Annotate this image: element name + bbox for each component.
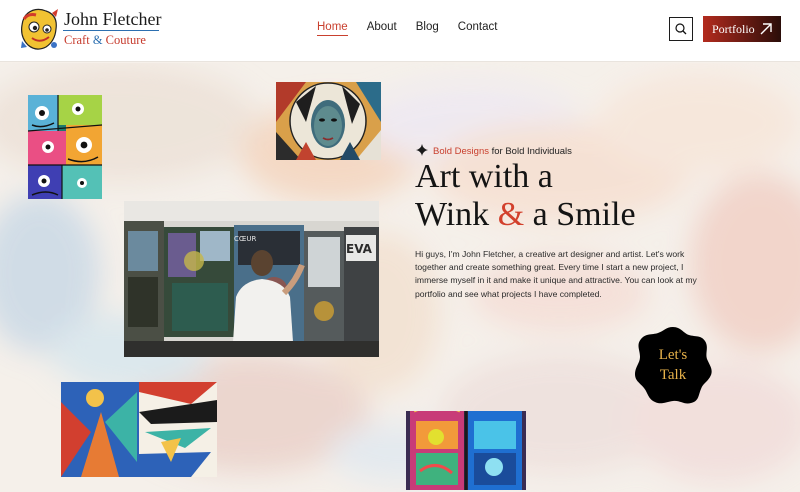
search-icon	[675, 23, 687, 35]
brand-name[interactable]: John Fletcher	[64, 9, 161, 30]
nav-about[interactable]: About	[367, 21, 397, 33]
site-header: John Fletcher Craft & Couture Home About…	[0, 0, 800, 62]
artwork-graffiti-doors[interactable]	[406, 411, 526, 490]
headline-word: Wink	[415, 196, 490, 233]
artwork-artist-photo[interactable]: CŒUR EVA	[124, 201, 379, 357]
brand-subtitle: Craft & Couture	[64, 33, 146, 48]
brand-sub-amp: &	[92, 33, 103, 47]
portfolio-label: Portfolio	[712, 22, 755, 36]
artwork-abstract-shapes[interactable]	[61, 382, 217, 477]
arrow-up-right-icon	[760, 23, 772, 35]
sparkle-icon	[416, 144, 428, 156]
headline-line1: Art with a	[415, 158, 553, 195]
main-nav: Home About Blog Contact	[317, 21, 516, 36]
nav-home[interactable]: Home	[317, 21, 348, 36]
tagline-accent: Bold Designs	[433, 146, 489, 157]
svg-text:EVA: EVA	[346, 242, 373, 256]
tagline-rest: for Bold Individuals	[488, 146, 572, 157]
page-title: Art with a Wink & a Smile	[415, 158, 636, 234]
tagline: Bold Designs for Bold Individuals	[433, 146, 572, 157]
svg-text:CŒUR: CŒUR	[234, 235, 257, 243]
intro-paragraph: Hi guys, I'm John Fletcher, a creative a…	[415, 249, 697, 299]
search-button[interactable]	[669, 17, 693, 41]
brand-sub-part2: Couture	[105, 33, 146, 47]
lets-talk-button[interactable]: Let's Talk	[633, 325, 713, 405]
portfolio-button[interactable]: Portfolio	[703, 16, 781, 42]
artwork-portrait[interactable]	[276, 82, 381, 160]
headline-amp: &	[497, 196, 525, 233]
headline-end: a Smile	[532, 196, 636, 233]
brand-sub-part1: Craft	[64, 33, 90, 47]
lets-talk-line1: Let's	[658, 347, 688, 363]
logo-icon[interactable]	[18, 7, 62, 53]
nav-blog[interactable]: Blog	[416, 21, 439, 33]
brand-divider	[63, 30, 159, 31]
artwork-monsters[interactable]	[28, 95, 102, 199]
lets-talk-line2: Talk	[659, 367, 687, 383]
lets-talk-label: Let's Talk	[633, 345, 713, 385]
nav-contact[interactable]: Contact	[458, 21, 498, 33]
